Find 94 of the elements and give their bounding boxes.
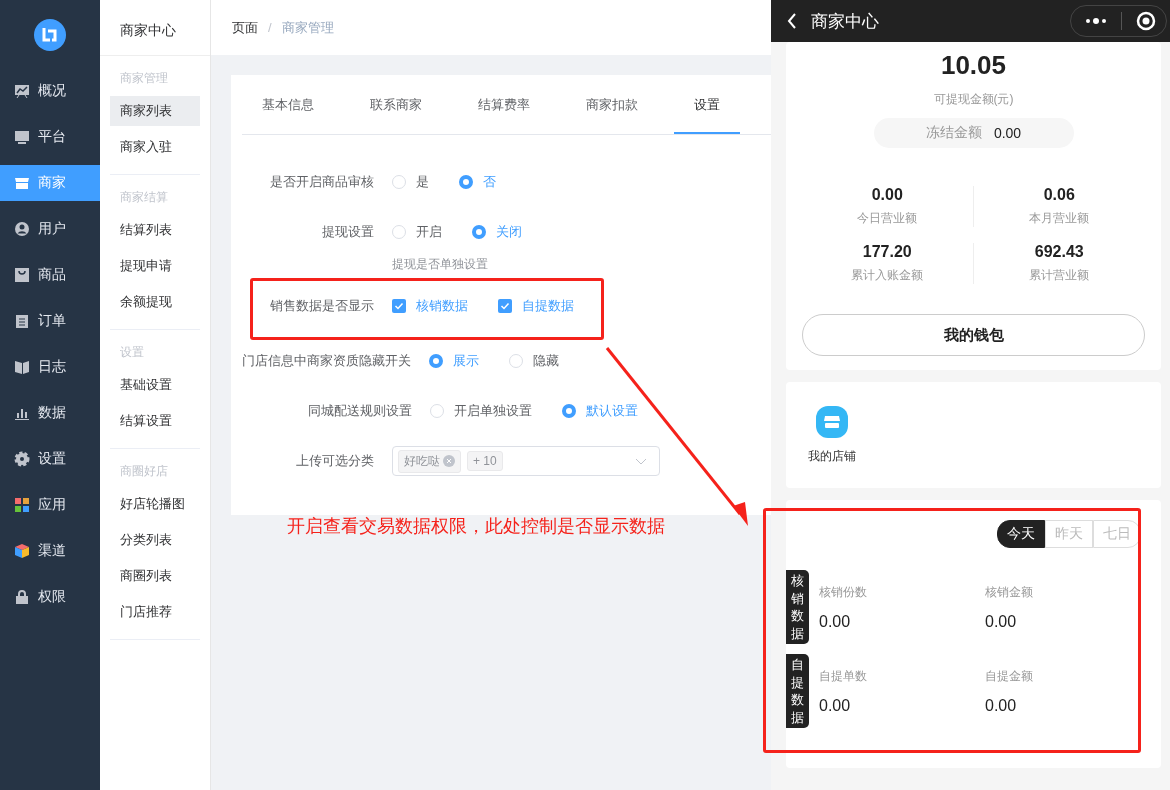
tab[interactable]: 基本信息 xyxy=(242,75,334,134)
page-title: 商家中心 xyxy=(811,10,880,33)
radio-option[interactable]: 开启 xyxy=(392,223,442,241)
breadcrumb-separator: / xyxy=(268,20,272,35)
form-label: 销售数据是否显示 xyxy=(269,297,375,315)
radio-option[interactable]: 开启单独设置 xyxy=(430,402,532,420)
stat-label: 累计营业额 xyxy=(1028,267,1091,284)
metric-label: 核销金额 xyxy=(985,583,1034,601)
grid-icon xyxy=(14,497,30,513)
stat-label: 累计入账金额 xyxy=(850,267,925,284)
nav-item[interactable]: 概况 xyxy=(0,73,100,109)
checkbox[interactable] xyxy=(392,299,406,313)
annotation-text: 开启查看交易数据权限，此处控制是否显示数据 xyxy=(287,515,665,538)
balance-label: 可提现金额(元) xyxy=(932,91,1015,108)
nav-item[interactable]: 订单 xyxy=(0,303,100,339)
sub-nav-item[interactable]: 好店轮播图 xyxy=(110,489,200,519)
nav-item[interactable]: 设置 xyxy=(0,441,100,477)
tab[interactable]: 设置 xyxy=(674,75,740,134)
sub-nav-item[interactable]: 结算列表 xyxy=(110,215,200,245)
stat-label: 今日营业额 xyxy=(856,210,919,227)
sub-nav-item[interactable]: 商家列表 xyxy=(110,96,200,126)
metric-value: 0.00 xyxy=(819,612,852,631)
shortcut-label[interactable]: 我的店铺 xyxy=(808,447,856,465)
group-tag: 自提数据 xyxy=(786,654,809,729)
radio-option[interactable]: 隐藏 xyxy=(509,352,559,370)
sub-nav-item[interactable]: 商圈列表 xyxy=(110,561,200,591)
breadcrumb-item: 商家管理 xyxy=(281,18,334,37)
nav-item[interactable]: 数据 xyxy=(0,395,100,431)
sub-nav-item[interactable]: 余额提现 xyxy=(110,287,200,317)
form-label: 门店信息中商家资质隐藏开关 xyxy=(242,352,412,370)
tab[interactable]: 商家扣款 xyxy=(566,75,658,134)
nav-item[interactable]: 商品 xyxy=(0,257,100,293)
frozen-label: 冻结金额 xyxy=(925,124,982,142)
wallet-button[interactable]: 我的钱包 xyxy=(802,314,1145,356)
form-label: 同城配送规则设置 xyxy=(307,402,413,420)
tab[interactable]: 结算费率 xyxy=(458,75,550,134)
close-icon[interactable] xyxy=(443,455,455,467)
sub-nav-item[interactable]: 分类列表 xyxy=(110,525,200,555)
group-tag: 核销数据 xyxy=(786,570,809,645)
lock-icon xyxy=(14,589,30,605)
sub-sidebar-title: 商家中心 xyxy=(100,0,210,56)
shop-icon[interactable] xyxy=(816,405,848,438)
group-heading: 商圈好店 xyxy=(119,463,169,480)
group-heading: 商家结算 xyxy=(119,189,169,206)
metric-label: 自提金额 xyxy=(985,667,1034,685)
book-icon xyxy=(14,359,30,375)
stat-value: 177.20 xyxy=(861,243,913,261)
stat-value: 0.06 xyxy=(1042,186,1076,204)
balance-amount: 10.05 xyxy=(939,50,1008,81)
nav-item[interactable]: 用户 xyxy=(0,211,100,247)
breadcrumb-item[interactable]: 页面 xyxy=(232,18,258,37)
hint-text: 提现是否单独设置 xyxy=(392,256,489,273)
sub-nav-item[interactable]: 结算设置 xyxy=(110,406,200,436)
nav-item[interactable]: 平台 xyxy=(0,119,100,155)
metric-value: 0.00 xyxy=(985,612,1018,631)
metric-value: 0.00 xyxy=(985,696,1018,715)
nav-item[interactable]: 权限 xyxy=(0,579,100,615)
stat-label: 本月营业额 xyxy=(1028,210,1091,227)
stat-value: 692.43 xyxy=(1033,243,1085,261)
sub-nav-item[interactable]: 门店推荐 xyxy=(110,597,200,627)
group-heading: 商家管理 xyxy=(119,70,169,87)
logo-icon xyxy=(34,19,66,51)
selected-tag: 好吃哒 xyxy=(398,449,461,473)
target-icon[interactable] xyxy=(1136,11,1156,31)
bag-icon xyxy=(14,267,30,283)
user-icon xyxy=(14,221,30,237)
gear-icon xyxy=(14,451,30,467)
radio-option[interactable]: 是 xyxy=(392,173,429,191)
period-tab[interactable]: 今天 xyxy=(997,520,1045,548)
sub-nav-item[interactable]: 提现申请 xyxy=(110,251,200,281)
sub-nav-item[interactable]: 商家入驻 xyxy=(110,132,200,162)
checkbox[interactable] xyxy=(498,299,512,313)
shop-icon xyxy=(14,175,30,191)
sub-nav-item[interactable]: 基础设置 xyxy=(110,370,200,400)
more-count: + 10 xyxy=(467,451,503,471)
back-icon[interactable] xyxy=(787,13,797,29)
monitor-icon xyxy=(14,129,30,145)
chevron-down-icon xyxy=(635,458,647,466)
metric-label: 核销份数 xyxy=(819,583,868,601)
more-icon[interactable] xyxy=(1085,18,1107,24)
board-icon xyxy=(14,83,30,99)
form-label: 上传可选分类 xyxy=(295,452,375,470)
tab[interactable]: 联系商家 xyxy=(350,75,442,134)
cube-icon xyxy=(14,543,30,559)
form-label: 提现设置 xyxy=(321,223,375,241)
nav-item[interactable]: 应用 xyxy=(0,487,100,523)
metric-value: 0.00 xyxy=(819,696,852,715)
nav-item[interactable]: 渠道 xyxy=(0,533,100,569)
metric-label: 自提单数 xyxy=(819,667,868,685)
nav-item[interactable]: 日志 xyxy=(0,349,100,385)
frozen-amount: 0.00 xyxy=(993,125,1022,141)
stat-value: 0.00 xyxy=(870,186,904,204)
form-label: 是否开启商品审核 xyxy=(269,173,375,191)
clipboard-icon xyxy=(14,313,30,329)
